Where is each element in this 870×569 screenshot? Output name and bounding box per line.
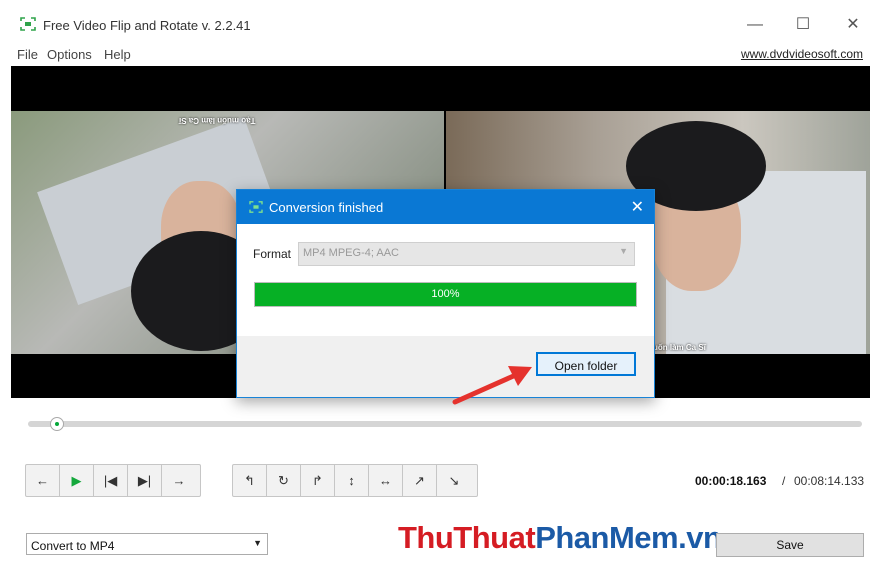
convert-format-select[interactable]: Convert to MP4 ▼ <box>26 533 268 555</box>
skip-start-button[interactable]: |◀ <box>94 465 128 496</box>
chevron-down-icon: ▼ <box>253 538 262 548</box>
play-button[interactable]: ▶ <box>60 465 94 496</box>
flip-vertical-button[interactable]: ↕ <box>335 465 369 496</box>
format-select[interactable]: MP4 MPEG-4; AAC ▼ <box>298 242 635 266</box>
watermark-logo: ThuThuatPhanMem.vn <box>398 520 722 556</box>
subtitle-flipped: Tạo muốn làm Ca Sĩ <box>179 116 256 125</box>
open-folder-button[interactable]: Open folder <box>536 352 636 376</box>
next-frame-icon: → <box>172 473 186 488</box>
skip-start-icon: |◀ <box>103 473 118 488</box>
current-time: 00:00:18.163 <box>695 474 767 488</box>
flip-horizontal-icon: ↔ <box>379 473 392 488</box>
app-logo-icon <box>20 17 36 31</box>
app-logo-icon <box>249 201 263 213</box>
flip-horizontal-button[interactable]: ↔ <box>369 465 403 496</box>
rotate-left-icon: ↰ <box>244 473 255 488</box>
subtitle-right: uốn làm Ca Sĩ <box>653 343 706 352</box>
playback-controls: ← ▶ |◀ ▶| → <box>25 464 201 497</box>
dialog-title-bar: Conversion finished ✕ <box>237 190 654 224</box>
prev-frame-button[interactable]: ← <box>26 465 60 496</box>
format-label: Format <box>253 247 292 261</box>
transpose-button[interactable]: ↗ <box>403 465 437 496</box>
seek-bar[interactable] <box>28 421 862 427</box>
prev-frame-icon: ← <box>36 473 49 488</box>
transverse-icon: ↘ <box>448 473 460 488</box>
title-bar: Free Video Flip and Rotate v. 2.2.41 — ☐… <box>0 0 870 42</box>
next-frame-button[interactable]: → <box>162 465 196 496</box>
save-button[interactable]: Save <box>716 533 864 557</box>
maximize-button[interactable]: ☐ <box>780 10 826 40</box>
flip-vertical-icon: ↕ <box>348 473 355 488</box>
rotate-180-button[interactable]: ↻ <box>267 465 301 496</box>
website-link[interactable]: www.dvdvideosoft.com <box>741 47 863 61</box>
time-separator: / <box>782 474 786 488</box>
watermark-part-3: .vn <box>678 520 722 555</box>
menu-options[interactable]: Options <box>47 47 92 62</box>
close-button[interactable]: ✕ <box>830 10 870 40</box>
menu-bar: File Options Help <box>0 42 870 66</box>
total-time: 00:08:14.133 <box>794 474 865 488</box>
dialog-close-button[interactable]: ✕ <box>631 197 644 217</box>
watermark-part-1: ThuThuat <box>398 520 536 555</box>
progress-text: 100% <box>431 288 460 300</box>
play-icon: ▶ <box>71 473 82 488</box>
window-title: Free Video Flip and Rotate v. 2.2.41 <box>43 18 251 33</box>
rotate-flip-controls: ↰ ↻ ↱ ↕ ↔ ↗ ↘ <box>232 464 478 497</box>
transpose-icon: ↗ <box>414 473 425 488</box>
convert-format-value: Convert to MP4 <box>31 539 115 553</box>
chevron-down-icon: ▼ <box>619 246 628 256</box>
menu-file[interactable]: File <box>17 47 38 62</box>
conversion-dialog: Conversion finished ✕ Format MP4 MPEG-4;… <box>236 189 655 398</box>
dialog-title: Conversion finished <box>269 200 384 215</box>
skip-end-icon: ▶| <box>137 473 152 488</box>
dialog-body: Format MP4 MPEG-4; AAC ▼ 100% <box>237 224 654 336</box>
rotate-left-button[interactable]: ↰ <box>233 465 267 496</box>
progress-bar: 100% <box>254 282 637 307</box>
rotate-right-icon: ↱ <box>312 473 323 488</box>
rotate-180-icon: ↻ <box>278 473 289 488</box>
rotate-right-button[interactable]: ↱ <box>301 465 335 496</box>
seek-handle[interactable] <box>50 417 65 431</box>
watermark-part-2: PhanMem <box>535 520 679 555</box>
annotation-arrow-icon <box>452 366 532 405</box>
format-value: MP4 MPEG-4; AAC <box>303 247 399 259</box>
menu-help[interactable]: Help <box>104 47 131 62</box>
skip-end-button[interactable]: ▶| <box>128 465 162 496</box>
transverse-button[interactable]: ↘ <box>437 465 471 496</box>
seek-handle-dot <box>55 422 60 426</box>
minimize-button[interactable]: — <box>732 10 778 40</box>
